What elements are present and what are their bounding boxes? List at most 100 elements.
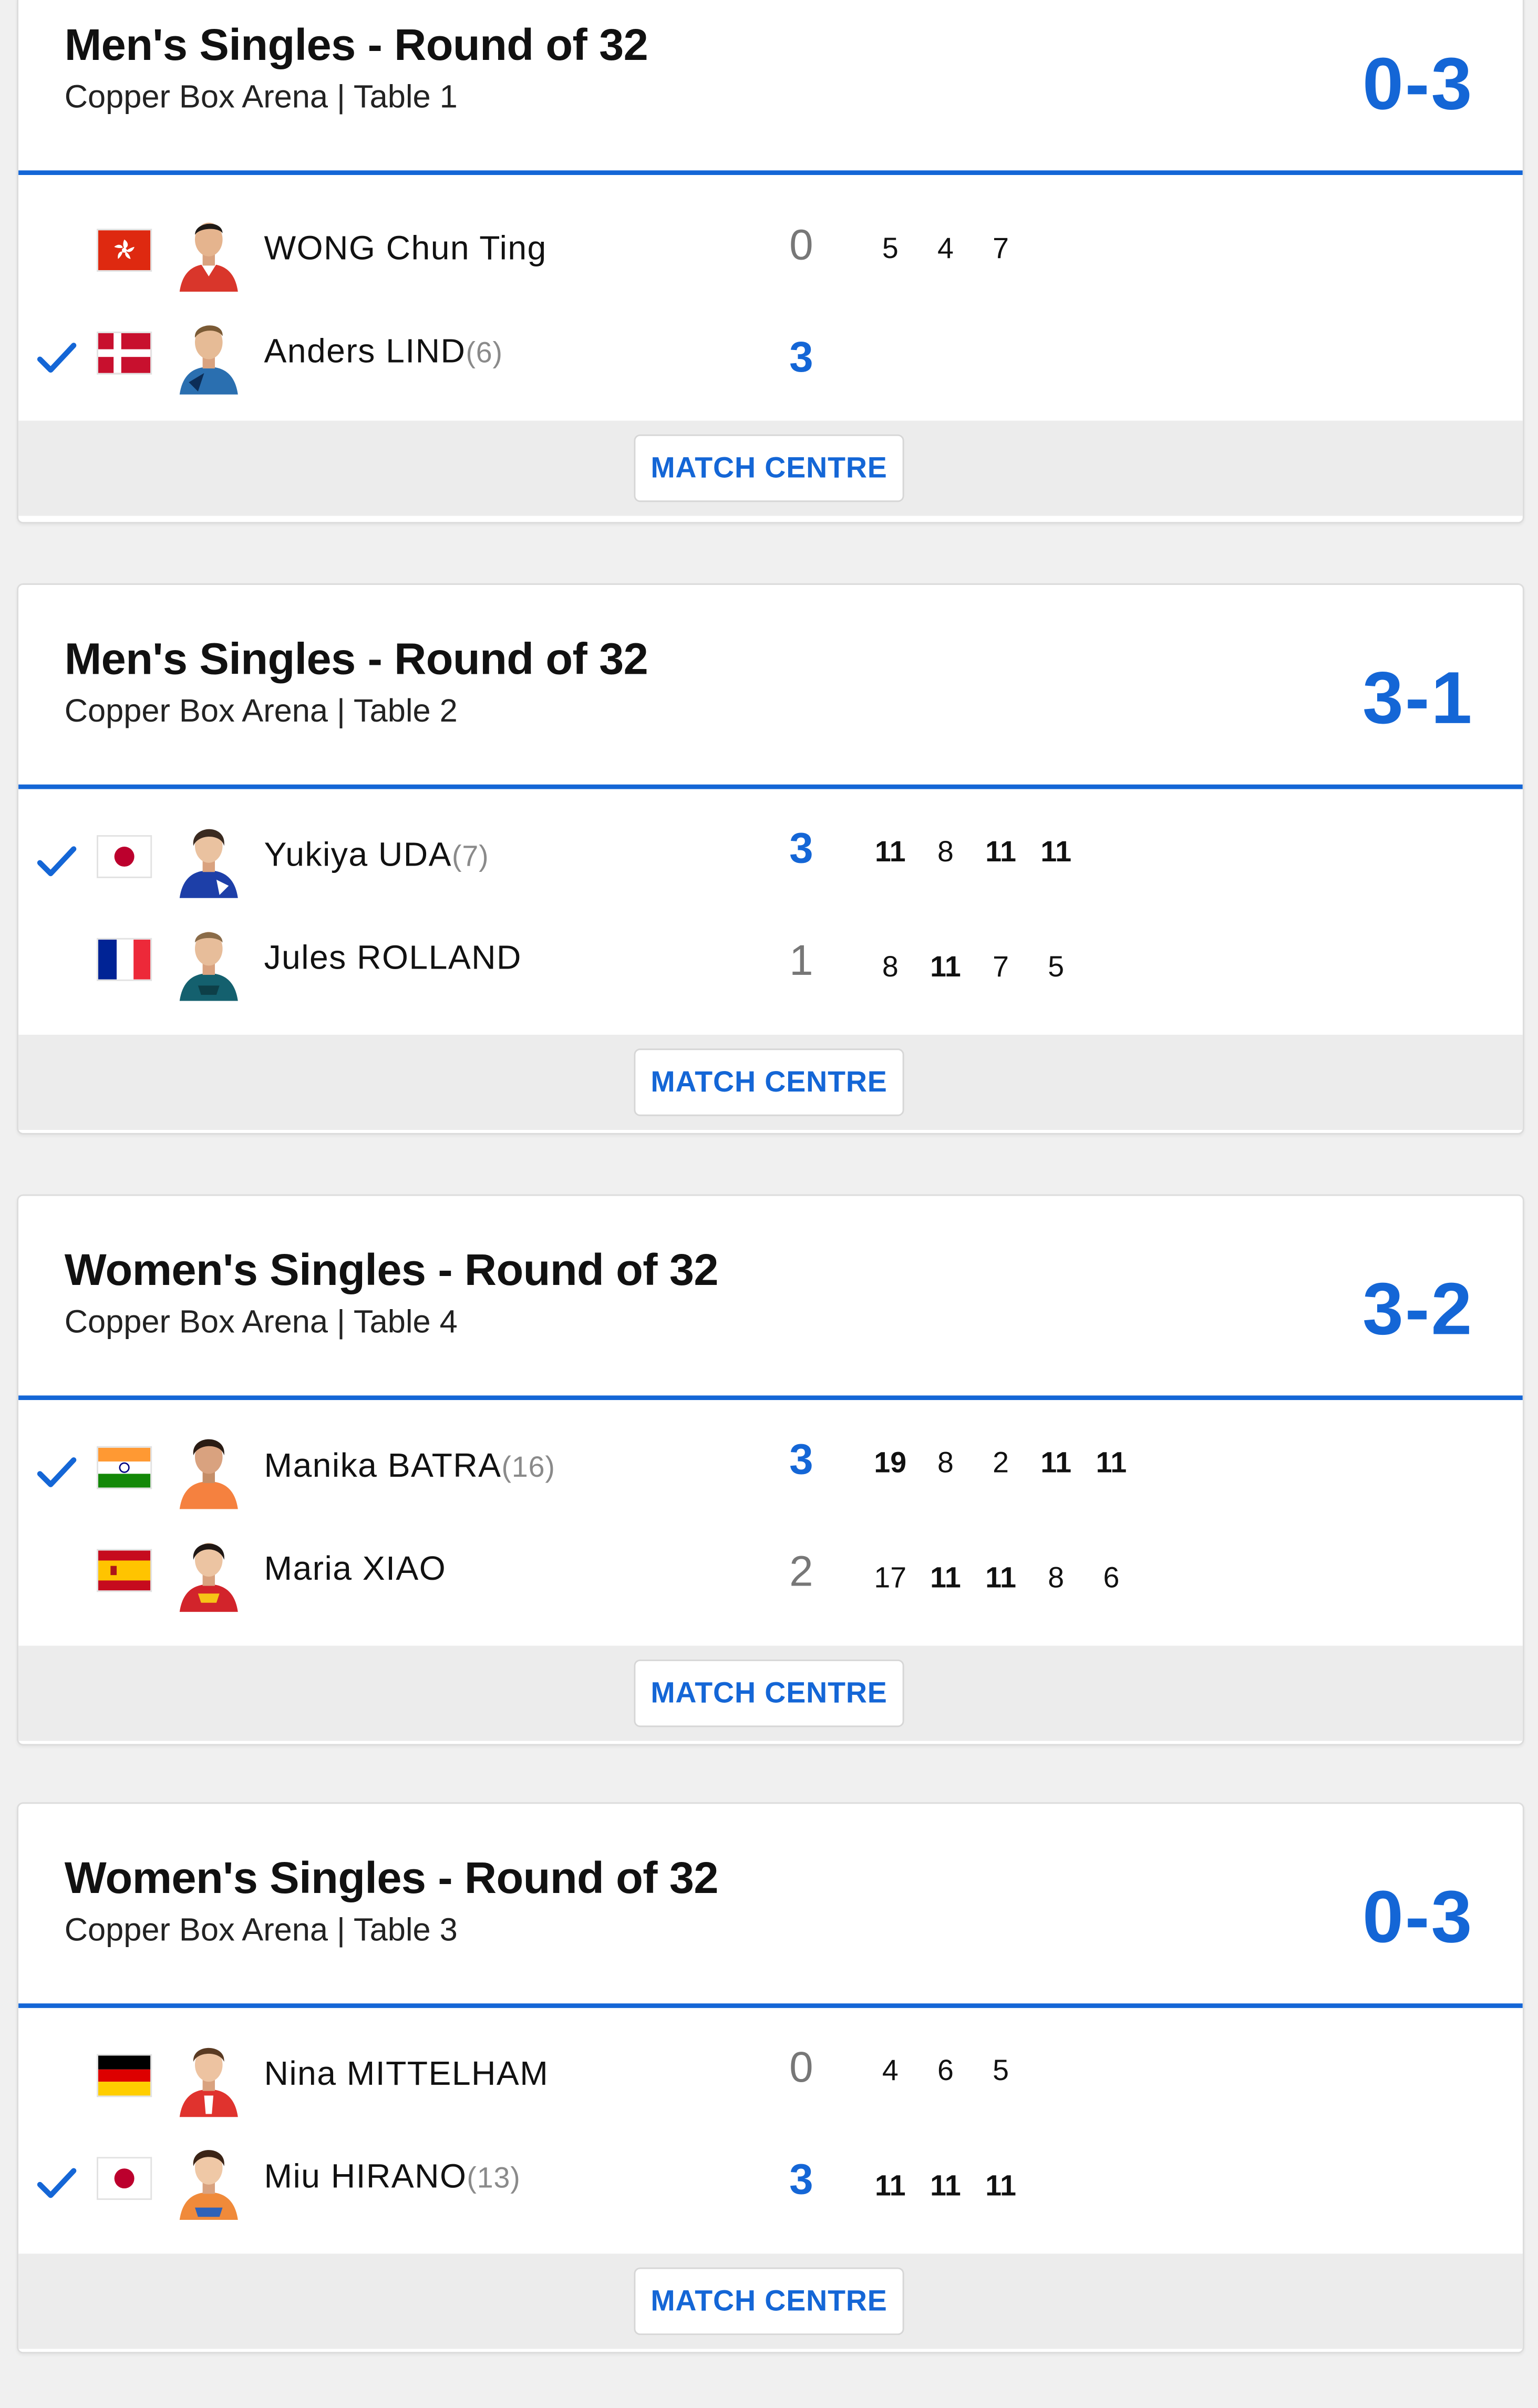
game-score: 11	[985, 837, 1016, 869]
match-title: Women's Singles - Round of 32	[64, 1247, 719, 1296]
match-title: Men's Singles - Round of 32	[64, 21, 648, 71]
game-score: 11	[874, 837, 906, 869]
player-total: 1	[789, 936, 813, 984]
player-name: Anders LIND(6)	[264, 331, 503, 371]
game-score: 17	[874, 1562, 907, 1596]
game-score: 11	[930, 2170, 961, 2203]
player-total: 2	[789, 1547, 813, 1596]
game-score: 6	[937, 2055, 954, 2088]
match-footer: MATCH CENTRE	[18, 1034, 1523, 1130]
match-footer: MATCH CENTRE	[18, 1645, 1523, 1741]
player-row: Anders LIND(6) 3	[18, 315, 1523, 401]
player-row: Manika BATRA(16) 3 19 8 2 11 11	[18, 1429, 1523, 1516]
match-footer: MATCH CENTRE	[18, 420, 1523, 516]
player-avatar	[173, 1532, 244, 1612]
match-venue: Copper Box Arena | Table 3	[64, 1912, 458, 1949]
india-flag-icon	[97, 1446, 152, 1489]
match-card: Men's Singles - Round of 32 Copper Box A…	[17, 0, 1524, 524]
player-avatar	[173, 1429, 244, 1509]
game-score: 19	[874, 1447, 907, 1480]
game-score: 6	[1103, 1562, 1120, 1596]
player-total: 0	[789, 2043, 813, 2091]
match-header: Men's Singles - Round of 32 Copper Box A…	[18, 0, 1523, 176]
player-name: WONG Chun Ting	[264, 229, 547, 267]
game-score: 8	[937, 837, 954, 869]
players-list: Yukiya UDA(7) 3 11 8 11 11 Jules ROLLAND…	[18, 789, 1523, 1035]
match-results-page: Men's Singles - Round of 32 Copper Box A…	[0, 0, 1538, 2407]
game-score: 5	[1048, 952, 1065, 984]
match-venue: Copper Box Arena | Table 2	[64, 694, 458, 729]
player-seed: (16)	[501, 1452, 555, 1485]
match-title: Men's Singles - Round of 32	[64, 635, 648, 685]
game-score: 5	[993, 2055, 1009, 2088]
game-score: 11	[985, 1562, 1016, 1596]
player-row: WONG Chun Ting 0 5 4 7	[18, 212, 1523, 298]
game-score: 11	[930, 1562, 961, 1596]
player-name: Yukiya UDA(7)	[264, 835, 489, 874]
player-total: 0	[789, 221, 813, 269]
match-header: Men's Singles - Round of 32 Copper Box A…	[18, 585, 1523, 789]
player-avatar	[173, 315, 244, 395]
match-card: Women's Singles - Round of 32 Copper Box…	[17, 1802, 1524, 2354]
game-score: 11	[985, 2170, 1016, 2203]
winner-check-icon	[37, 1457, 77, 1487]
game-score: 5	[882, 233, 899, 266]
match-venue: Copper Box Arena | Table 4	[64, 1305, 458, 1341]
hong-kong-flag-icon	[97, 229, 152, 272]
match-score: 0-3	[1362, 44, 1474, 126]
match-centre-button[interactable]: MATCH CENTRE	[634, 434, 904, 502]
game-score: 7	[993, 233, 1009, 266]
game-score: 11	[1040, 1447, 1072, 1480]
france-flag-icon	[97, 938, 152, 981]
player-avatar	[173, 818, 244, 898]
game-score: 11	[1096, 1447, 1127, 1480]
match-header: Women's Singles - Round of 32 Copper Box…	[18, 1804, 1523, 2008]
match-centre-button[interactable]: MATCH CENTRE	[634, 1659, 904, 1727]
player-row: Nina MITTELHAM 0 4 6 5	[18, 2037, 1523, 2123]
match-venue: Copper Box Arena | Table 1	[64, 79, 458, 116]
denmark-flag-icon	[97, 331, 152, 375]
match-card: Men's Singles - Round of 32 Copper Box A…	[17, 583, 1524, 1135]
game-score: 7	[993, 952, 1009, 984]
player-name: Manika BATRA(16)	[264, 1446, 555, 1485]
player-avatar	[173, 921, 244, 1001]
player-row: Yukiya UDA(7) 3 11 8 11 11	[18, 818, 1523, 904]
game-score: 11	[1040, 837, 1072, 869]
player-total: 3	[789, 333, 813, 381]
match-score: 3-1	[1362, 658, 1474, 740]
players-list: Nina MITTELHAM 0 4 6 5 Miu HIRANO(13) 3	[18, 2008, 1523, 2254]
game-score: 11	[874, 2170, 906, 2203]
match-title: Women's Singles - Round of 32	[64, 1854, 719, 1904]
match-card: Women's Singles - Round of 32 Copper Box…	[17, 1194, 1524, 1746]
player-total: 3	[789, 824, 813, 872]
match-footer: MATCH CENTRE	[18, 2253, 1523, 2349]
game-score: 11	[930, 952, 961, 984]
game-score: 4	[882, 2055, 899, 2088]
winner-check-icon	[37, 343, 77, 373]
player-seed: (7)	[451, 841, 489, 874]
winner-check-icon	[37, 2168, 77, 2198]
player-total: 3	[789, 1435, 813, 1483]
match-score: 0-3	[1362, 1877, 1474, 1959]
player-avatar	[173, 2140, 244, 2220]
game-score: 8	[882, 952, 899, 984]
player-name: Nina MITTELHAM	[264, 2054, 549, 2093]
players-list: WONG Chun Ting 0 5 4 7 Anders LIND(6) 3	[18, 175, 1523, 421]
winner-check-icon	[37, 846, 77, 877]
player-name: Miu HIRANO(13)	[264, 2157, 521, 2196]
player-row: Miu HIRANO(13) 3 11 11 11	[18, 2140, 1523, 2226]
spain-flag-icon	[97, 1549, 152, 1592]
game-score: 8	[937, 1447, 954, 1480]
game-score: 2	[993, 1447, 1009, 1480]
player-name: Jules ROLLAND	[264, 938, 522, 976]
japan-flag-icon	[97, 835, 152, 878]
game-score: 8	[1048, 1562, 1065, 1596]
player-total: 3	[789, 2155, 813, 2203]
player-avatar	[173, 2037, 244, 2117]
players-list: Manika BATRA(16) 3 19 8 2 11 11 Maria XI…	[18, 1400, 1523, 1646]
game-score: 4	[937, 233, 954, 266]
player-seed: (13)	[467, 2163, 521, 2196]
match-centre-button[interactable]: MATCH CENTRE	[634, 1048, 904, 1116]
match-centre-button[interactable]: MATCH CENTRE	[634, 2267, 904, 2335]
player-avatar	[173, 212, 244, 292]
